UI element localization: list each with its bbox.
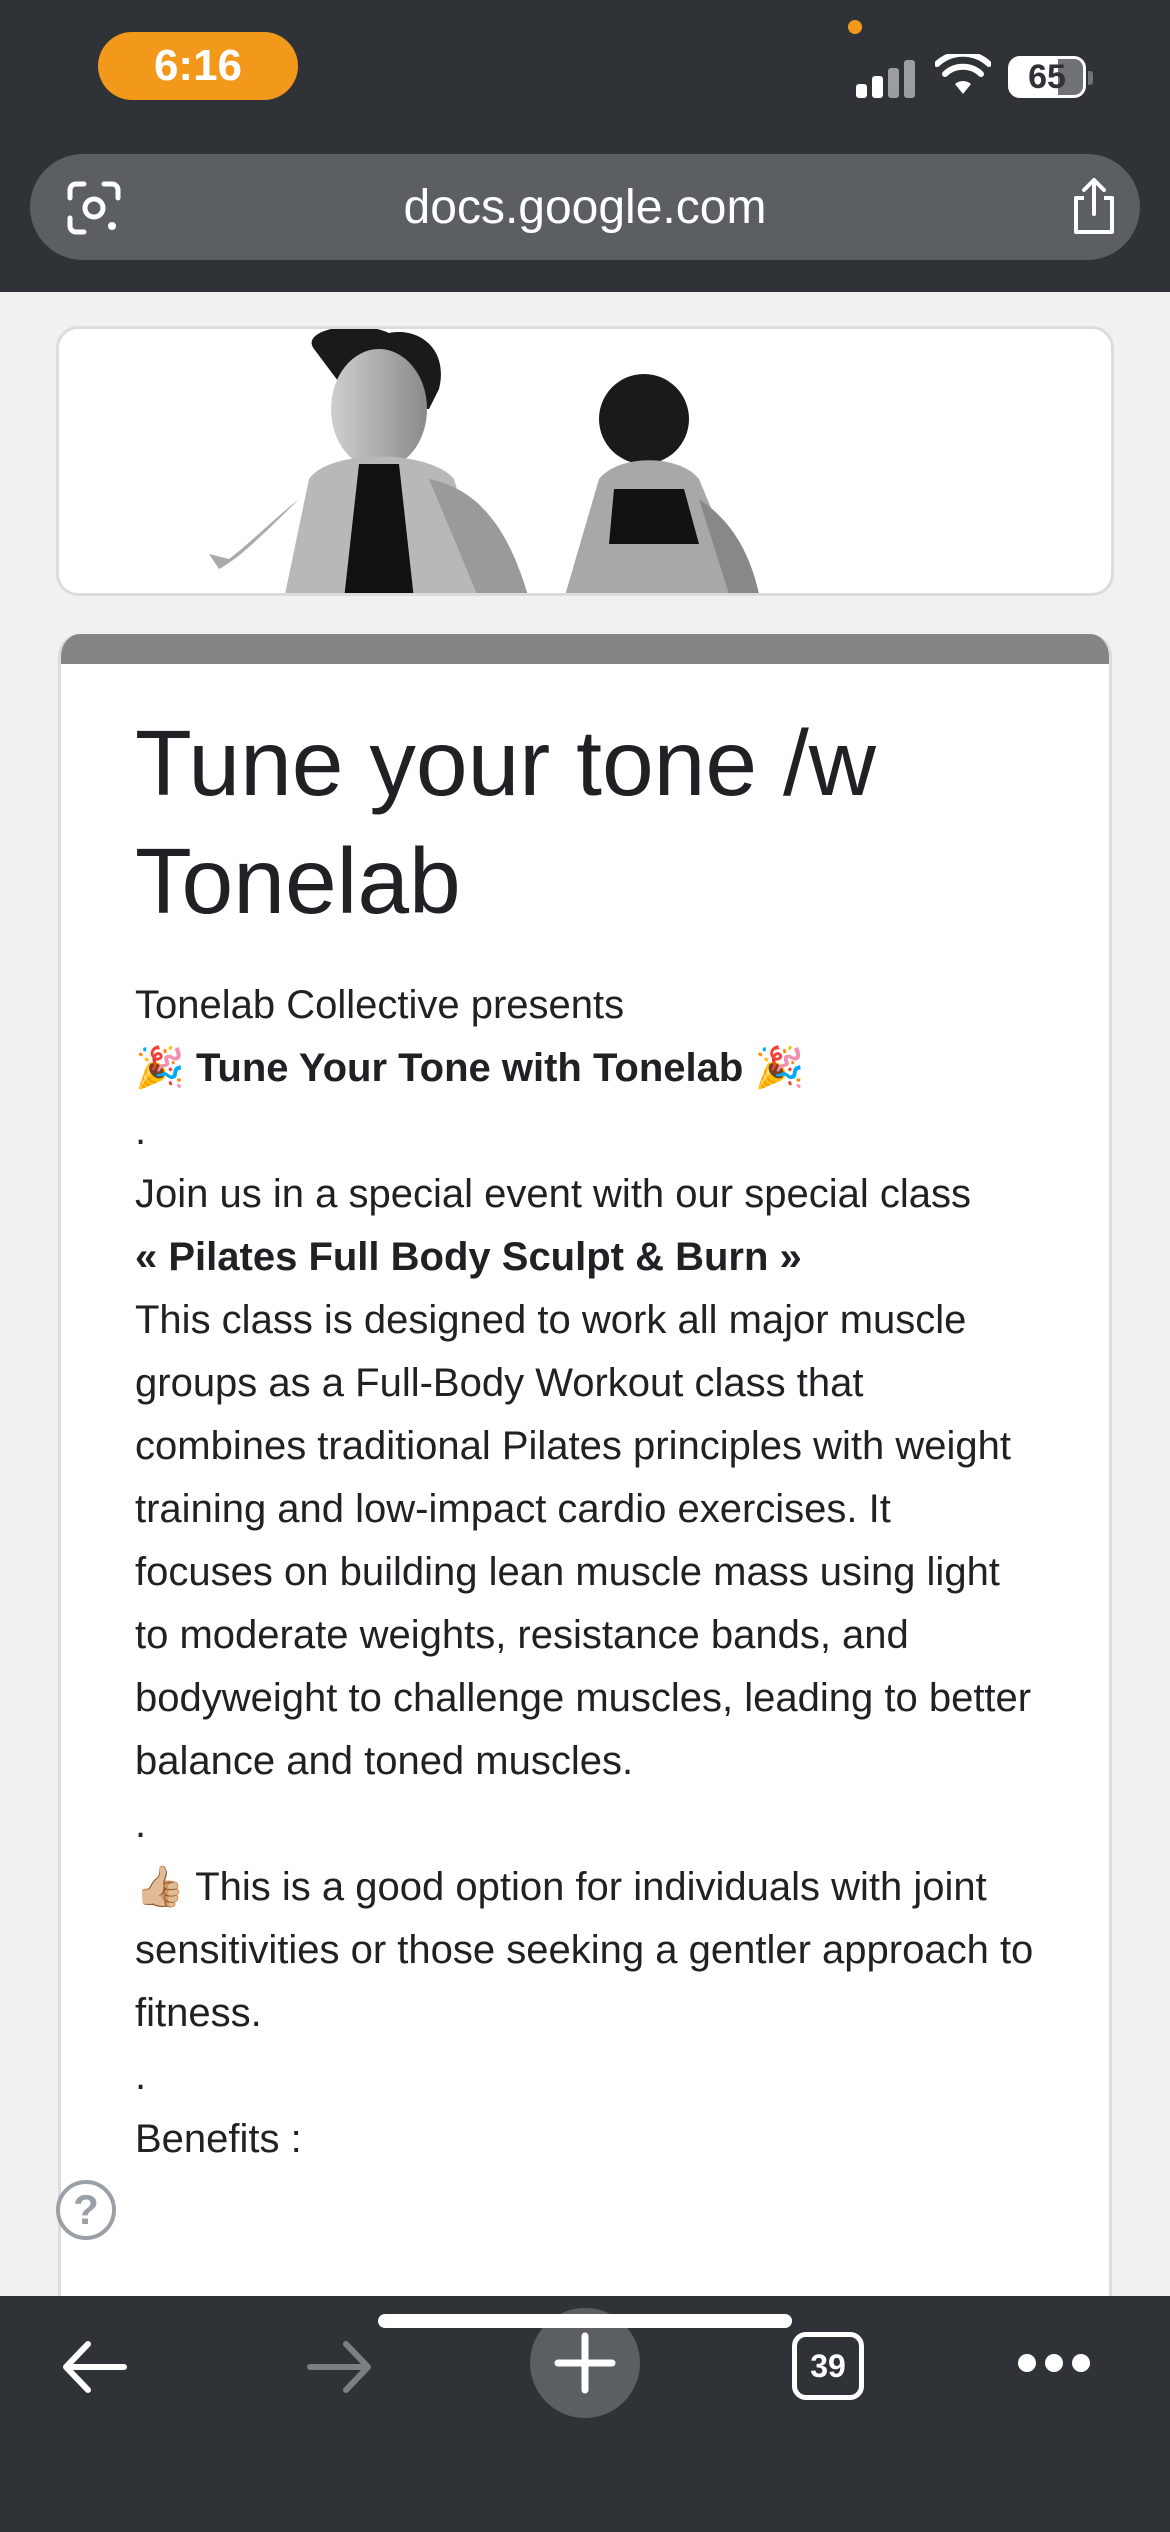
gentle-note: This is a good option for individuals wi… — [135, 1865, 1034, 2035]
back-arrow-icon[interactable] — [58, 2336, 130, 2398]
cellular-signal-icon — [856, 58, 916, 98]
fitness-photo-illustration — [209, 329, 759, 593]
class-name: « Pilates Full Body Sculpt & Burn » — [135, 1235, 802, 1279]
battery-icon: 65 — [1008, 56, 1093, 98]
form-header-image — [56, 326, 1114, 596]
wifi-icon — [935, 54, 991, 94]
separator-dot: . — [135, 2054, 147, 2098]
event-name: Tune Your Tone with Tonelab — [195, 1046, 744, 1090]
more-menu-icon[interactable] — [1014, 2352, 1094, 2376]
card-header-bar — [61, 634, 1109, 664]
form-title: Tune your tone /w Tonelab — [135, 711, 876, 933]
browser-bottom-toolbar: 39 — [0, 2296, 1170, 2532]
gentle-note-line: 👍🏼 This is a good option for individuals… — [135, 1856, 1035, 2045]
status-time: 6:16 — [98, 32, 298, 100]
form-content: Tune your tone /w Tonelab Tonelab Collec… — [135, 704, 1035, 2171]
class-description: This class is designed to work all major… — [135, 1298, 1032, 1783]
share-icon[interactable] — [1066, 176, 1122, 238]
presenter-line: Tonelab Collective presents — [135, 983, 625, 1027]
url-text: docs.google.com — [403, 180, 767, 234]
tab-switcher-button[interactable]: 39 — [792, 2332, 864, 2400]
party-popper-icon: 🎉 — [754, 1045, 805, 1091]
separator-dot: . — [135, 1802, 147, 1846]
thumbs-up-icon: 👍🏼 — [135, 1864, 185, 1910]
forward-arrow-icon[interactable] — [304, 2336, 376, 2398]
address-bar[interactable]: docs.google.com — [30, 154, 1140, 260]
home-indicator — [378, 2314, 792, 2328]
form-description: Tonelab Collective presents 🎉 Tune Your … — [135, 974, 1035, 2171]
help-icon[interactable]: ? — [56, 2180, 116, 2240]
party-popper-icon: 🎉 — [135, 1045, 185, 1091]
form-info-card: Tune your tone /w Tonelab Tonelab Collec… — [58, 634, 1112, 2334]
event-name-line: 🎉 Tune Your Tone with Tonelab 🎉 — [135, 1037, 1035, 1100]
benefits-label: Benefits : — [135, 2117, 302, 2161]
intro-text: Join us in a special event with our spec… — [135, 1172, 971, 1216]
separator-dot: . — [135, 1109, 147, 1153]
privacy-indicator-dot — [848, 20, 862, 34]
browser-top-chrome: 6:16 65 docs.google.com — [0, 0, 1170, 292]
